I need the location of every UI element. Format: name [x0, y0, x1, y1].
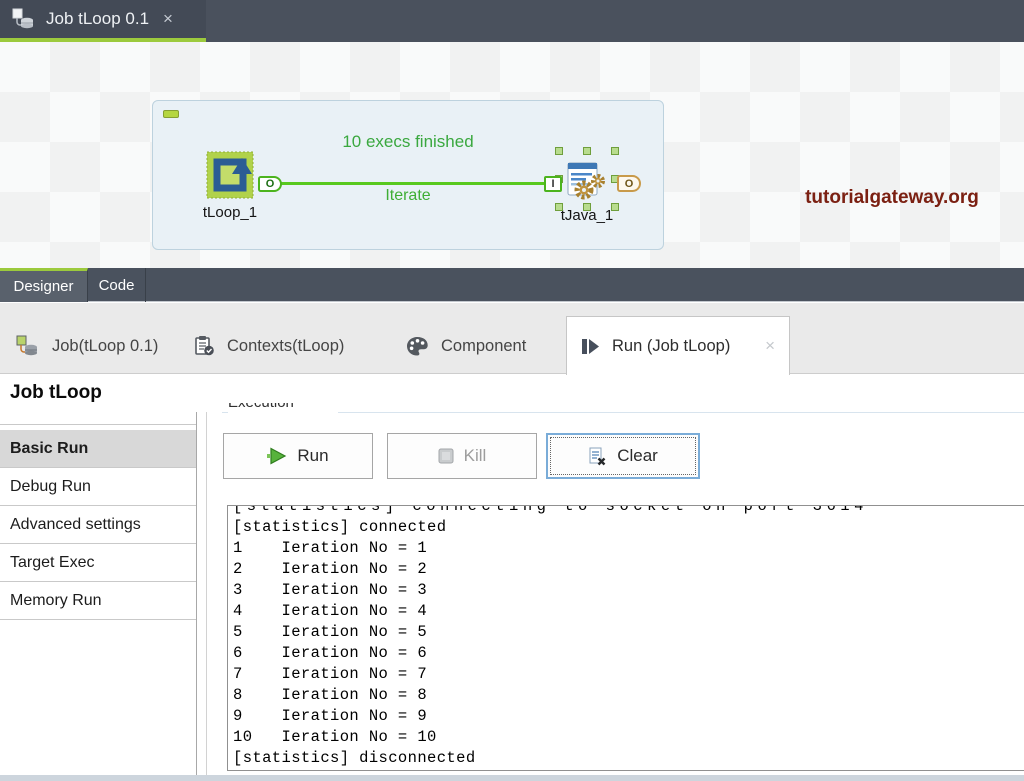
tab-run[interactable]: Run (Job tLoop) × [566, 316, 790, 375]
tab-job[interactable]: Job(tLoop 0.1) [8, 318, 164, 374]
tjava-icon [565, 157, 609, 201]
node-tjava[interactable] [559, 151, 615, 207]
run-sidebar: Basic Run Debug Run Advanced settings Ta… [0, 430, 196, 620]
execution-section-label: Execution [228, 403, 338, 414]
console-line: 5 Ieration No = 5 [233, 622, 1024, 643]
design-canvas[interactable]: 10 execs finished Iterate O tLoop_1 [0, 42, 1024, 268]
job-container-panel: 10 execs finished Iterate O tLoop_1 [152, 100, 664, 250]
run-view-icon [581, 338, 600, 355]
console-line: 10 Ieration No = 10 [233, 727, 1024, 748]
tab-component[interactable]: Component [400, 318, 532, 374]
tab-contexts[interactable]: Contexts(tLoop) [188, 318, 350, 374]
tjava-output-port[interactable]: O [617, 175, 641, 192]
close-icon[interactable]: × [765, 336, 775, 356]
node-tloop[interactable] [206, 151, 254, 199]
tloop-output-port[interactable]: O [258, 176, 282, 192]
job-icon [10, 7, 36, 31]
sidebar-item-target-exec[interactable]: Target Exec [0, 544, 196, 582]
window-bottom-edge [0, 775, 1024, 781]
console-line: [statistics] connecting to socket on por… [233, 505, 1024, 517]
selection-handle[interactable] [583, 147, 591, 155]
iterate-connection-line[interactable] [263, 182, 557, 185]
run-button-label: Run [297, 446, 328, 466]
tab-contexts-label: Contexts(tLoop) [227, 337, 344, 356]
console-line: 8 Ieration No = 8 [233, 685, 1024, 706]
tloop-label: tLoop_1 [180, 204, 280, 221]
panel-tab-strip: Job(tLoop 0.1) Contexts(tLoop) [0, 303, 1024, 374]
close-icon[interactable]: × [163, 9, 173, 29]
execution-group-border [222, 412, 1024, 413]
console-line: 9 Ieration No = 9 [233, 706, 1024, 727]
clear-button-label: Clear [617, 446, 658, 466]
tab-designer[interactable]: Designer [0, 268, 88, 302]
clear-document-icon [588, 447, 607, 466]
collapse-handle[interactable] [163, 110, 179, 118]
editor-tab-title: Job tLoop 0.1 [46, 9, 149, 29]
tab-component-label: Component [441, 337, 526, 356]
sidebar-item-basic-run[interactable]: Basic Run [0, 430, 196, 468]
sidebar-item-memory-run[interactable]: Memory Run [0, 582, 196, 620]
page-title: Job tLoop [10, 374, 102, 412]
tab-job-label: Job(tLoop 0.1) [52, 337, 158, 356]
sidebar-item-advanced-settings[interactable]: Advanced settings [0, 506, 196, 544]
run-view-header: Job tLoop [0, 374, 1024, 412]
talend-studio-window: Job tLoop 0.1 × 10 execs finished Iterat… [0, 0, 1024, 781]
selection-handle[interactable] [611, 147, 619, 155]
sidebar-border [196, 412, 197, 775]
editor-tab-job-tloop[interactable]: Job tLoop 0.1 × [0, 0, 206, 38]
console-line: 6 Ieration No = 6 [233, 643, 1024, 664]
tjava-input-port[interactable]: I [544, 176, 562, 192]
console-line: 3 Ieration No = 3 [233, 580, 1024, 601]
tloop-icon [206, 151, 254, 199]
sidebar-item-debug-run[interactable]: Debug Run [0, 468, 196, 506]
console-line: 1 Ieration No = 1 [233, 538, 1024, 559]
console-line: 7 Ieration No = 7 [233, 664, 1024, 685]
run-button[interactable]: Run [223, 433, 373, 479]
run-play-icon [267, 447, 287, 465]
console-line: 4 Ieration No = 4 [233, 601, 1024, 622]
editor-tab-bar: Job tLoop 0.1 × [0, 0, 1024, 42]
selection-handle[interactable] [583, 203, 591, 211]
execution-console[interactable]: [statistics] connecting to socket on por… [227, 505, 1024, 771]
perspective-tab-bar: Designer Code [0, 268, 1024, 302]
console-line: 2 Ieration No = 2 [233, 559, 1024, 580]
clear-button[interactable]: Clear [546, 433, 700, 479]
watermark-text: tutorialgateway.org [770, 187, 1014, 209]
component-palette-icon [406, 336, 429, 357]
console-line: [statistics] disconnected [233, 748, 1024, 769]
job-icon [14, 334, 40, 358]
kill-button[interactable]: Kill [387, 433, 537, 479]
kill-button-label: Kill [464, 446, 487, 466]
selection-handle[interactable] [555, 147, 563, 155]
selection-handle[interactable] [555, 203, 563, 211]
sidebar-divider [0, 424, 196, 425]
console-line: [statistics] connected [233, 517, 1024, 538]
tab-run-label: Run (Job tLoop) [612, 337, 730, 356]
connection-exec-status: 10 execs finished [308, 132, 508, 152]
kill-stop-icon [438, 448, 454, 464]
console-output: [statistics] connecting to socket on por… [233, 505, 1024, 769]
iterate-connection-label[interactable]: Iterate [308, 187, 508, 205]
selection-handle[interactable] [611, 203, 619, 211]
pane-sash[interactable] [206, 412, 207, 775]
tab-code[interactable]: Code [88, 268, 146, 302]
contexts-icon [194, 335, 215, 357]
